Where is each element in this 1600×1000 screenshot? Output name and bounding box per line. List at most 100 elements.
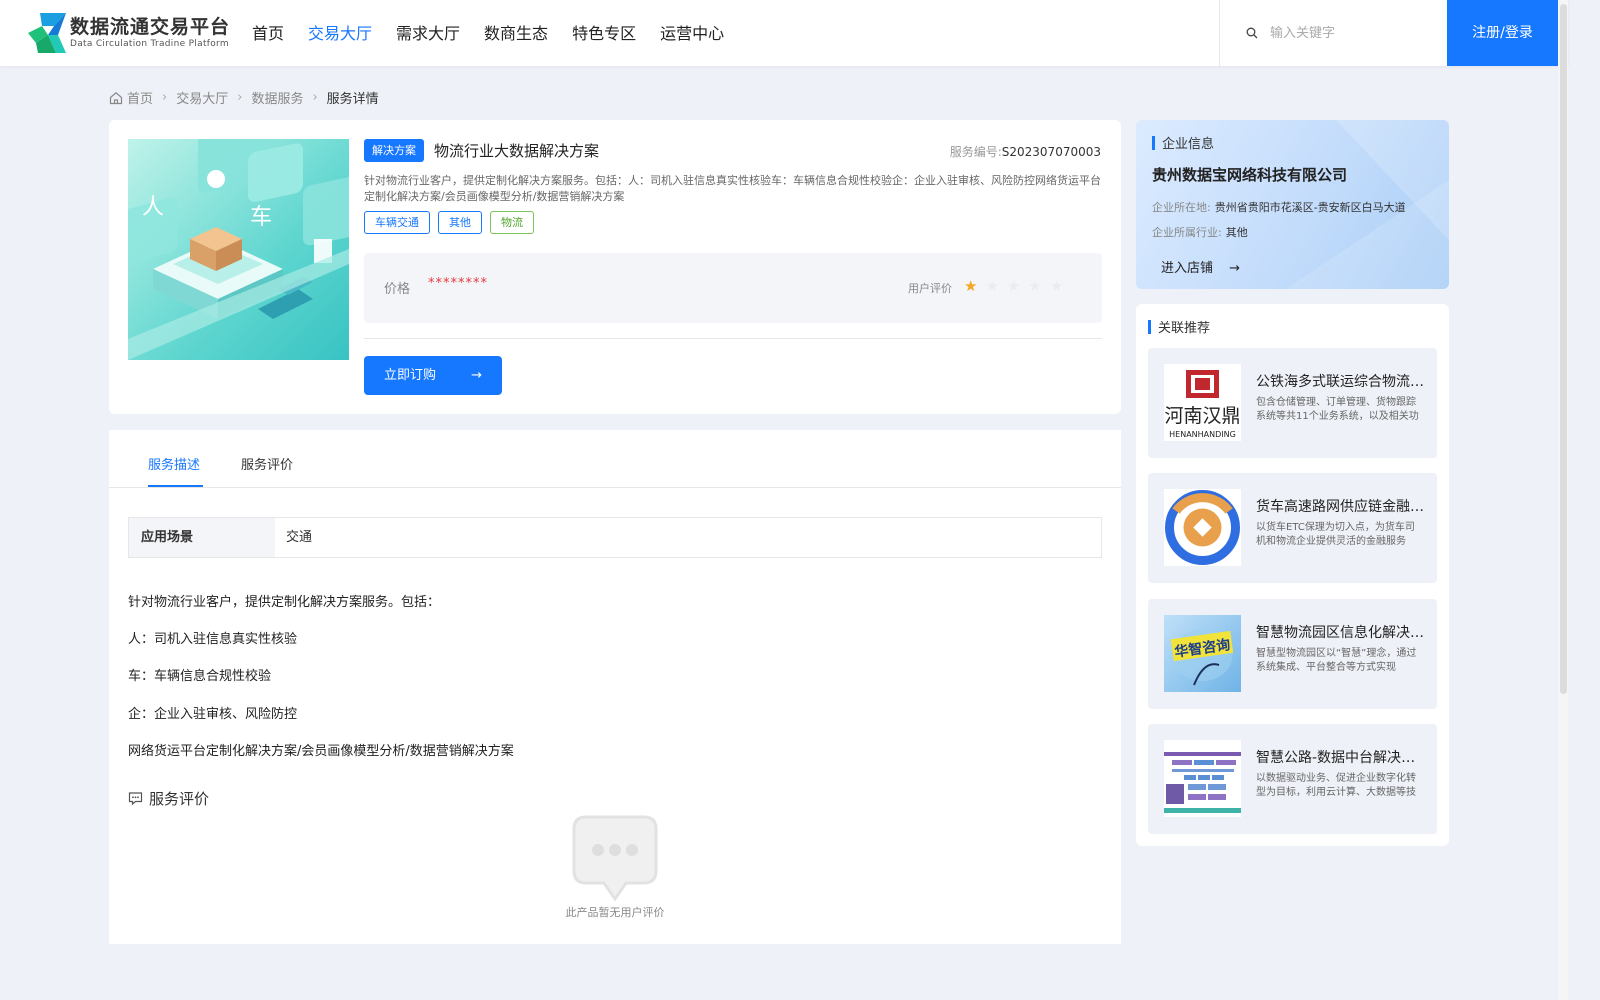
recommend-desc: 包含仓储管理、订单管理、货物跟踪系统等共11个业务系统，以及相关功能模块 xyxy=(1256,397,1419,422)
company-industry-label: 企业所属行业: xyxy=(1152,226,1222,239)
tag-other[interactable]: 其他 xyxy=(438,211,482,234)
search-icon[interactable] xyxy=(1246,27,1258,39)
enter-shop-label: 进入店铺 xyxy=(1161,261,1214,276)
reviews-title: 服务评价 xyxy=(149,790,210,808)
chevron-right-icon: › xyxy=(312,90,318,105)
svg-text:车: 车 xyxy=(250,205,272,230)
company-section-header: 企业信息 xyxy=(1152,133,1214,152)
logo-title: 数据流通交易平台 xyxy=(70,15,231,38)
detail-paragraph: 企：企业入驻审核、风险防控 xyxy=(128,707,298,722)
detail-paragraph: 车：车辆信息合规性校验 xyxy=(128,669,272,684)
star-icon: ★ xyxy=(1049,277,1064,295)
product-description: 针对物流行业客户，提供定制化解决方案服务。包括：人：司机入驻信息真实性核验车：车… xyxy=(364,174,1101,203)
chevron-right-icon: › xyxy=(162,90,168,105)
recommend-section-header: 关联推荐 xyxy=(1148,317,1210,336)
star-icon: ★ xyxy=(985,277,999,295)
recommend-thumbnail: 河南汉鼎 HENANHANDING xyxy=(1164,364,1241,441)
top-header: 数据流通交易平台 Data Circulation Tradine Platfo… xyxy=(0,0,1568,66)
company-industry: 其他 xyxy=(1225,226,1248,239)
arrow-right-icon: → xyxy=(1229,261,1241,276)
tab-service-description[interactable]: 服务描述 xyxy=(148,454,200,473)
empty-comment-icon xyxy=(572,815,658,902)
detail-paragraph: 针对物流行业客户，提供定制化解决方案服务。包括： xyxy=(128,595,441,610)
order-now-label: 立即订购 xyxy=(384,368,437,383)
section-accent-bar xyxy=(1148,319,1151,334)
rating-stars: ★ ★ ★ ★ ★ xyxy=(964,276,1071,296)
chevron-right-icon: › xyxy=(237,90,243,105)
breadcrumb-data-service[interactable]: 数据服务 xyxy=(251,88,303,107)
recommend-desc: 以数据驱动业务、促进企业数字化转型为目标，利用云计算、大数据等技术 xyxy=(1256,773,1416,798)
service-number-value: S202307070003 xyxy=(1001,145,1101,159)
thumb-logo-subtext: HENANHANDING xyxy=(1169,430,1236,439)
dashboard-diagram-icon xyxy=(1164,752,1241,813)
recommend-item[interactable]: 货车高速路网供应链金融服务 以货车ETC保理为切入点，为货车司机和物流企业提供灵… xyxy=(1148,473,1437,583)
recommend-section-title: 关联推荐 xyxy=(1158,321,1211,336)
recommend-desc: 以货车ETC保理为切入点，为货车司机和物流企业提供灵活的金融服务 xyxy=(1256,522,1415,547)
nav-operation-center[interactable]: 运营中心 xyxy=(660,0,724,66)
recommend-title: 公铁海多式联运综合物流服务平台 xyxy=(1256,374,1424,390)
recommend-item[interactable]: 河南汉鼎 HENANHANDING 公铁海多式联运综合物流服务平台 包含仓储管理… xyxy=(1148,348,1437,458)
related-recommendations: 关联推荐 河南汉鼎 HENANHANDING 公铁海多式联运综合物流服务平台 包… xyxy=(1136,304,1449,846)
recommend-item[interactable]: 智慧公路-数据中台解决方案 以数据驱动业务、促进企业数字化转型为目标，利用云计算… xyxy=(1148,724,1437,834)
star-icon: ★ xyxy=(1028,277,1042,295)
ring-logo-icon xyxy=(1165,490,1240,565)
price-panel: 价格 ******** 用户评价 ★ ★ ★ ★ ★ xyxy=(364,253,1102,323)
main-nav: 首页 交易大厅 需求大厅 数商生态 特色专区 运营中心 xyxy=(252,0,748,66)
company-industry-row: 企业所属行业: 其他 xyxy=(1152,224,1248,240)
tag-logistics[interactable]: 物流 xyxy=(490,211,534,234)
tag-vehicle-traffic[interactable]: 车辆交通 xyxy=(364,211,430,234)
company-section-title: 企业信息 xyxy=(1162,137,1215,152)
company-logo-icon: 华智咨询 xyxy=(1170,629,1234,686)
recommend-thumbnail: 华智咨询 xyxy=(1164,615,1241,692)
recommend-title: 货车高速路网供应链金融服务 xyxy=(1256,499,1424,515)
company-location-label: 企业所在地: xyxy=(1152,201,1211,214)
company-location: 贵州省贵阳市花溪区-贵安新区白马大道 xyxy=(1214,201,1406,214)
company-logo-icon: 河南汉鼎 HENANHANDING xyxy=(1164,370,1241,439)
recommend-thumbnail xyxy=(1164,489,1241,566)
breadcrumb-trading-hall[interactable]: 交易大厅 xyxy=(176,88,228,107)
comment-icon xyxy=(128,792,143,806)
tab-service-reviews[interactable]: 服务评价 xyxy=(241,454,293,473)
reviews-heading: 服务评价 xyxy=(128,788,209,809)
recommend-title: 智慧物流园区信息化解决方案 xyxy=(1256,625,1424,641)
star-icon: ★ xyxy=(1006,277,1021,295)
breadcrumb: 首页 › 交易大厅 › 数据服务 › 服务详情 xyxy=(109,88,379,107)
rating-label: 用户评价 xyxy=(908,282,952,295)
section-accent-bar xyxy=(1152,135,1155,150)
product-summary-card: 人 车 解决方案 物流行业大数据解决方案 服务编号:S202307070003 … xyxy=(109,120,1121,414)
enter-shop-button[interactable]: 进入店铺 → xyxy=(1161,257,1240,276)
nav-ecosystem[interactable]: 数商生态 xyxy=(484,0,548,66)
register-login-button[interactable]: 注册/登录 xyxy=(1447,0,1558,66)
detail-paragraph: 网络货运平台定制化解决方案/会员画像模型分析/数据营销解决方案 xyxy=(128,744,514,759)
arrow-right-icon: → xyxy=(471,368,482,383)
recommend-desc: 智慧型物流园区以“智慧”理念，通过系统集成、平台整合等方式实现 xyxy=(1256,648,1417,673)
price-value: ******** xyxy=(428,276,488,291)
search-input[interactable] xyxy=(1270,25,1430,41)
star-icon: ★ xyxy=(964,277,978,295)
company-info-card: 企业信息 贵州数据宝网络科技有限公司 企业所在地: 贵州省贵阳市花溪区-贵安新区白… xyxy=(1136,120,1449,289)
nav-featured-zone[interactable]: 特色专区 xyxy=(572,0,636,66)
nav-home[interactable]: 首页 xyxy=(252,0,284,66)
breadcrumb-current: 服务详情 xyxy=(326,92,379,107)
order-now-button[interactable]: 立即订购 → xyxy=(364,356,502,395)
logo-subtitle: Data Circulation Tradine Platform xyxy=(70,38,229,49)
divider xyxy=(364,338,1102,339)
recommend-item[interactable]: 华智咨询 智慧物流园区信息化解决方案 智慧型物流园区以“智慧”理念，通过系统集成… xyxy=(1148,599,1437,709)
platform-logo[interactable]: 数据流通交易平台 Data Circulation Tradine Platfo… xyxy=(28,13,230,53)
page-scrollbar-thumb[interactable] xyxy=(1560,4,1567,694)
scene-label: 应用场景 xyxy=(129,518,275,557)
service-number: 服务编号:S202307070003 xyxy=(950,143,1101,160)
category-badge: 解决方案 xyxy=(364,139,424,162)
scene-value: 交通 xyxy=(286,530,313,545)
breadcrumb-home[interactable]: 首页 xyxy=(127,88,153,107)
nav-demand-hall[interactable]: 需求大厅 xyxy=(396,0,460,66)
product-title: 物流行业大数据解决方案 xyxy=(434,142,600,160)
scene-table: 应用场景 交通 xyxy=(128,517,1102,558)
home-icon xyxy=(109,91,123,104)
nav-trading-hall[interactable]: 交易大厅 xyxy=(308,0,372,66)
price-label: 价格 xyxy=(384,282,411,297)
recommend-thumbnail xyxy=(1164,740,1241,817)
detail-tabs: 服务描述 服务评价 xyxy=(109,430,1121,488)
empty-reviews-text: 此产品暂无用户评价 xyxy=(565,906,665,919)
service-number-label: 服务编号: xyxy=(949,145,1002,159)
